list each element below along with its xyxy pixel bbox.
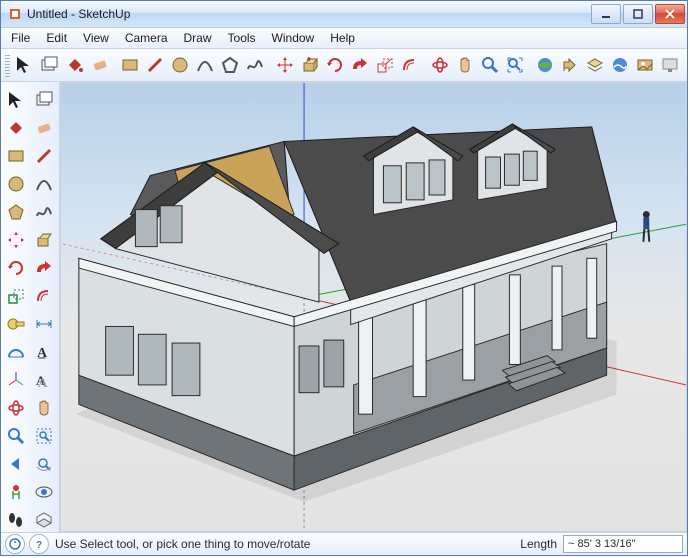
pan-tool[interactable] [31,395,57,421]
zoom-window-tool[interactable] [31,423,57,449]
window-title: Untitled - SketchUp [27,7,591,21]
rotate-tool[interactable] [3,255,29,281]
walk-tool[interactable] [3,507,29,533]
zoom-extents-tool[interactable] [31,451,57,477]
google-earth-tool[interactable] [609,51,632,79]
house-model[interactable] [79,124,617,490]
svg-text:A̲: A̲ [37,346,48,361]
rotate-tool[interactable] [323,51,346,79]
status-info-icon[interactable] [5,534,25,554]
get-photo-texture-tool[interactable] [634,51,657,79]
rectangle-tool[interactable] [3,143,29,169]
push-pull-tool[interactable] [298,51,321,79]
section-plane-tool[interactable] [31,507,57,533]
orbit-tool[interactable] [428,51,451,79]
zoom-tool[interactable] [3,423,29,449]
menu-window[interactable]: Window [264,28,323,48]
follow-me-tool[interactable] [31,255,57,281]
menu-draw[interactable]: Draw [176,28,220,48]
pan-tool[interactable] [454,51,477,79]
status-bar: ? Use Select tool, or pick one thing to … [1,532,687,555]
paint-bucket-tool[interactable] [3,115,29,141]
svg-text:A: A [38,375,48,390]
push-pull-tool[interactable] [31,227,57,253]
protractor-tool[interactable] [3,339,29,365]
scale-figure[interactable] [643,211,650,242]
polygon-tool[interactable] [3,199,29,225]
close-button[interactable] [655,4,685,24]
share-model-tool[interactable] [559,51,582,79]
circle-tool[interactable] [168,51,191,79]
menu-file[interactable]: File [3,28,38,48]
make-component-tool[interactable] [38,51,61,79]
eraser-tool[interactable] [31,115,57,141]
position-camera-tool[interactable] [3,479,29,505]
freehand-tool[interactable] [31,199,57,225]
previous-tool[interactable] [3,451,29,477]
arc-tool[interactable] [31,171,57,197]
menu-help[interactable]: Help [322,28,363,48]
title-bar[interactable]: Untitled - SketchUp [1,1,687,28]
offset-tool[interactable] [399,51,422,79]
menu-tools[interactable]: Tools [220,28,264,48]
scale-tool[interactable] [3,283,29,309]
sketchup-window: Untitled - SketchUp File Edit View Camer… [0,0,688,556]
svg-text:?: ? [36,540,42,550]
freehand-tool[interactable] [243,51,266,79]
menu-edit[interactable]: Edit [38,28,75,48]
scale-tool[interactable] [373,51,396,79]
get-models-tool[interactable] [534,51,557,79]
eraser-tool[interactable] [88,51,111,79]
layers-tool[interactable] [584,51,607,79]
axes-tool[interactable] [3,367,29,393]
select-tool[interactable] [13,51,36,79]
menu-view[interactable]: View [75,28,117,48]
rectangle-tool[interactable] [118,51,141,79]
make-component-tool[interactable] [31,87,57,113]
dimension-tool[interactable] [31,311,57,337]
follow-me-tool[interactable] [348,51,371,79]
zoom-extents-tool[interactable] [504,51,527,79]
length-value[interactable]: ~ 85' 3 13/16" [563,535,683,553]
toolbar-grip[interactable] [5,53,10,77]
3d-text-tool[interactable]: AA [31,367,57,393]
line-tool[interactable] [31,143,57,169]
app-icon [7,6,23,22]
status-help-icon[interactable]: ? [29,534,49,554]
paint-bucket-tool[interactable] [63,51,86,79]
length-label: Length [514,537,563,551]
move-tool[interactable] [273,51,296,79]
offset-tool[interactable] [31,283,57,309]
look-around-tool[interactable] [31,479,57,505]
top-toolbar [1,49,687,82]
tape-measure-tool[interactable] [3,311,29,337]
menu-bar: File Edit View Camera Draw Tools Window … [1,28,687,49]
status-hint: Use Select tool, or pick one thing to mo… [53,537,514,551]
text-tool[interactable]: A̲ [31,339,57,365]
select-tool[interactable] [3,87,29,113]
move-tool[interactable] [3,227,29,253]
arc-tool[interactable] [193,51,216,79]
left-toolbar: A̲ AA [1,82,60,532]
preview-google-earth-tool[interactable] [659,51,682,79]
orbit-tool[interactable] [3,395,29,421]
maximize-button[interactable] [623,4,653,24]
line-tool[interactable] [143,51,166,79]
3d-viewport[interactable] [60,82,687,532]
zoom-tool[interactable] [479,51,502,79]
polygon-tool[interactable] [218,51,241,79]
circle-tool[interactable] [3,171,29,197]
minimize-button[interactable] [591,4,621,24]
menu-camera[interactable]: Camera [117,28,176,48]
